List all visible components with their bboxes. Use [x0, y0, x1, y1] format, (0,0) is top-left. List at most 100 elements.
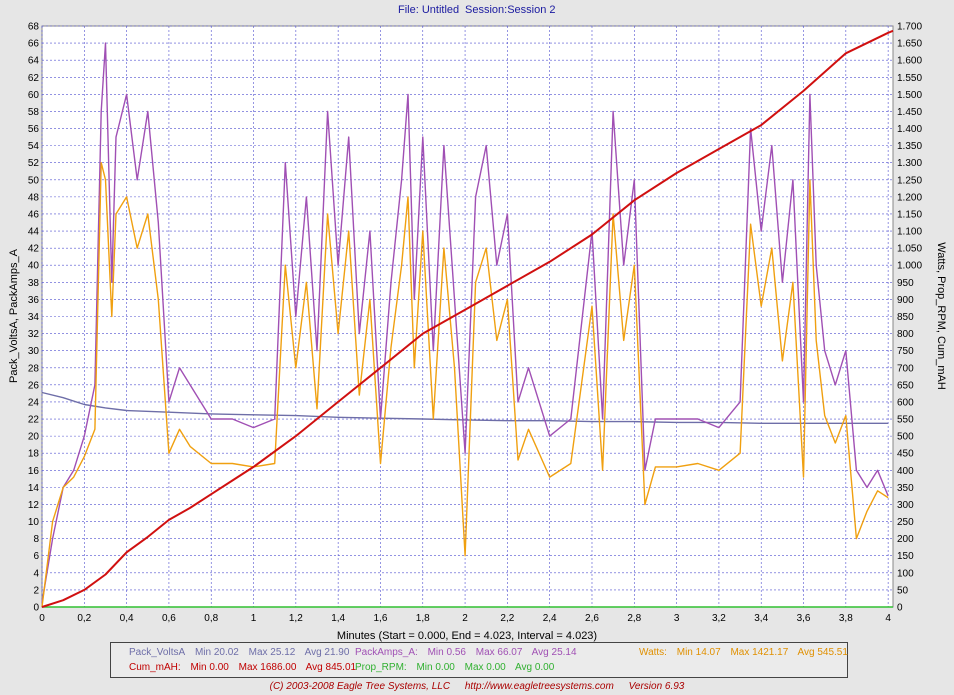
- left-tick-label: 28: [28, 363, 40, 374]
- x-tick-label: 4: [885, 613, 891, 624]
- x-ticks: 0 0,2 0,4 0,6 0,8 1 1,2 1,4 1,6 1,8 2 2,2 2,4 2,6 2,8 3…: [39, 613, 891, 624]
- right-tick-label: 1.300: [897, 158, 922, 169]
- chart: File: Untitled Session:Session 2 0246810…: [8, 4, 947, 642]
- legend-max: Max 0.00: [464, 662, 506, 673]
- legend-name: Pack_VoltsA: [129, 647, 186, 658]
- right-tick-label: 1.450: [897, 107, 922, 118]
- left-tick-label: 6: [33, 551, 39, 562]
- left-tick-label: 22: [28, 415, 40, 426]
- legend-max: Max 25.12: [248, 647, 296, 658]
- footer: (C) 2003-2008 Eagle Tree Systems, LLC ht…: [0, 681, 954, 692]
- x-tick-label: 3,2: [712, 613, 726, 624]
- right-tick-label: 800: [897, 329, 914, 340]
- right-tick-label: 50: [897, 585, 909, 596]
- x-tick-label: 1,2: [289, 613, 303, 624]
- x-tick-label: 3,4: [754, 613, 768, 624]
- right-tick-label: 1.350: [897, 141, 922, 152]
- left-tick-label: 66: [28, 39, 40, 50]
- left-ticks: 0246810121416182022242628303234363840424…: [28, 22, 40, 614]
- x-tick-label: 0,4: [120, 613, 134, 624]
- left-tick-label: 18: [28, 449, 40, 460]
- x-tick-label: 1,4: [331, 613, 345, 624]
- left-tick-label: 32: [28, 329, 40, 340]
- legend-name: Prop_RPM:: [355, 662, 407, 673]
- right-tick-label: 950: [897, 278, 914, 289]
- right-tick-label: 900: [897, 295, 914, 306]
- right-tick-label: 450: [897, 449, 914, 460]
- right-tick-label: 550: [897, 415, 914, 426]
- left-tick-label: 10: [28, 517, 40, 528]
- x-tick-label: 1,8: [416, 613, 430, 624]
- right-tick-label: 1.400: [897, 124, 922, 135]
- right-tick-label: 400: [897, 466, 914, 477]
- x-axis-label: Minutes (Start = 0.000, End = 4.023, Int…: [337, 630, 597, 642]
- file-title: File: Untitled: [398, 4, 459, 16]
- left-tick-label: 40: [28, 261, 40, 272]
- legend-max: Max 66.07: [475, 647, 523, 658]
- right-tick-label: 1.550: [897, 73, 922, 84]
- left-tick-label: 20: [28, 432, 40, 443]
- legend-name: PackAmps_A:: [355, 647, 418, 658]
- version: Version 6.93: [628, 681, 685, 692]
- legend-min: Min 0.00: [190, 662, 229, 673]
- x-tick-label: 3,6: [797, 613, 811, 624]
- right-tick-label: 850: [897, 312, 914, 323]
- right-tick-label: 1.150: [897, 209, 922, 220]
- legend-pack-volts: Pack_VoltsA Min 20.02 Max 25.12 Avg 21.9…: [129, 647, 356, 658]
- x-tick-label: 1: [251, 613, 257, 624]
- left-tick-label: 48: [28, 192, 40, 203]
- legend-name: Watts:: [639, 647, 667, 658]
- right-axis-label: Watts, Prop_RPM, Cum_mAH: [935, 242, 947, 390]
- website-link[interactable]: http://www.eagletreesystems.com: [465, 681, 614, 692]
- right-tick-label: 1.100: [897, 227, 922, 238]
- left-tick-label: 8: [33, 534, 39, 545]
- legend-avg: Avg 25.14: [531, 647, 577, 658]
- left-tick-label: 58: [28, 107, 40, 118]
- x-tick-label: 3: [674, 613, 680, 624]
- x-tick-label: 0,2: [77, 613, 91, 624]
- legend-min: Min 20.02: [194, 647, 239, 658]
- legend-avg: Avg 545.51: [797, 647, 848, 658]
- legend-avg: Avg 0.00: [514, 662, 555, 673]
- right-tick-label: 1.500: [897, 90, 922, 101]
- x-tick-label: 2: [462, 613, 468, 624]
- left-tick-label: 54: [28, 141, 40, 152]
- left-tick-label: 64: [28, 56, 40, 67]
- legend-min: Min 0.00: [416, 662, 455, 673]
- left-tick-label: 50: [28, 175, 40, 186]
- right-tick-label: 1.050: [897, 244, 922, 255]
- x-tick-label: 0,6: [162, 613, 176, 624]
- right-tick-label: 500: [897, 432, 914, 443]
- right-tick-label: 1.250: [897, 175, 922, 186]
- left-tick-label: 60: [28, 90, 40, 101]
- legend-pack-amps: PackAmps_A: Min 0.56 Max 66.07 Avg 25.14: [355, 647, 584, 658]
- right-tick-label: 0: [897, 603, 903, 614]
- right-tick-label: 350: [897, 483, 914, 494]
- left-tick-label: 38: [28, 278, 40, 289]
- right-ticks: 0 50 100 150 200 250 300 350 400 450 500 550 600 650 7…: [897, 22, 922, 614]
- x-tick-label: 2,4: [543, 613, 557, 624]
- left-tick-label: 26: [28, 380, 40, 391]
- legend-min: Min 14.07: [676, 647, 721, 658]
- left-tick-label: 62: [28, 73, 40, 84]
- legend-name: Cum_mAH:: [129, 662, 181, 673]
- right-tick-label: 1.000: [897, 261, 922, 272]
- x-tick-label: 0,8: [204, 613, 218, 624]
- right-tick-label: 1.200: [897, 192, 922, 203]
- legend-min: Min 0.56: [427, 647, 466, 658]
- legend-cum-mah: Cum_mAH: Min 0.00 Max 1686.00 Avg 845.01: [129, 662, 363, 673]
- left-tick-label: 16: [28, 466, 40, 477]
- left-tick-label: 56: [28, 124, 40, 135]
- legend-avg: Avg 845.01: [305, 662, 357, 673]
- right-tick-label: 1.600: [897, 56, 922, 67]
- left-tick-label: 34: [28, 312, 40, 323]
- left-axis-label: Pack_VoltsA, PackAmps_A: [8, 248, 20, 383]
- left-tick-label: 46: [28, 209, 40, 220]
- x-tick-label: 2,2: [500, 613, 514, 624]
- legend-max: Max 1686.00: [238, 662, 297, 673]
- session-title: Session:Session 2: [465, 4, 556, 16]
- right-tick-label: 100: [897, 568, 914, 579]
- right-tick-label: 300: [897, 500, 914, 511]
- x-tick-label: 3,8: [839, 613, 853, 624]
- left-tick-label: 36: [28, 295, 40, 306]
